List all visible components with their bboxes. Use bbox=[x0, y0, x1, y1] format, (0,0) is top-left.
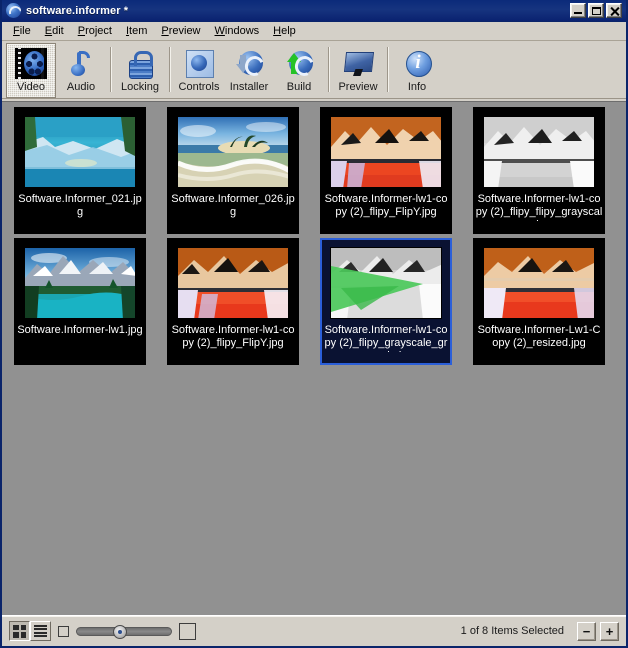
toolbar-button-audio[interactable]: Audio bbox=[56, 43, 106, 98]
list-view-button[interactable] bbox=[30, 621, 51, 641]
slider-handle[interactable] bbox=[113, 624, 127, 639]
thumbnail-tile[interactable]: Software.Informer-lw1.jpg bbox=[14, 238, 146, 365]
mountains-orange-red-photo bbox=[177, 247, 289, 319]
toolbar-button-video[interactable]: Video bbox=[6, 43, 56, 98]
menu-item-preview[interactable]: Preview bbox=[154, 23, 207, 40]
toolbar-separator bbox=[387, 47, 388, 92]
toolbar-label-video: Video bbox=[17, 81, 45, 93]
toolbar-label-controls: Controls bbox=[178, 81, 220, 93]
menu-item-file[interactable]: File bbox=[6, 23, 38, 40]
lock-icon bbox=[124, 48, 156, 79]
grid-view-icon bbox=[13, 624, 26, 638]
toolbar-label-build: Build bbox=[286, 81, 312, 93]
mountains-green-overlay-photo bbox=[330, 247, 442, 319]
toolbar: Video Audio Locking Controls Installer B… bbox=[2, 41, 626, 99]
grid-view-button[interactable] bbox=[9, 621, 30, 641]
toolbar-button-build[interactable]: Build bbox=[274, 43, 324, 98]
toolbar-separator bbox=[328, 47, 329, 92]
toolbar-label-info: Info bbox=[407, 81, 427, 93]
installer-icon bbox=[233, 48, 265, 79]
small-thumbnail-icon[interactable] bbox=[58, 625, 69, 637]
menu-bar: File Edit Project Item Preview Windows H… bbox=[2, 22, 626, 41]
close-button[interactable] bbox=[606, 3, 622, 18]
controls-icon bbox=[183, 48, 215, 79]
monitor-icon bbox=[342, 48, 374, 79]
thumbnail-tile[interactable]: Software.Informer-lw1-copy (2)_flipy_Fli… bbox=[320, 107, 452, 234]
menu-item-edit[interactable]: Edit bbox=[38, 23, 71, 40]
thumbnail-label: Software.Informer-lw1-copy (2)_flipy_Fli… bbox=[324, 193, 448, 218]
thumbnail-tile[interactable]: Software.Informer_021.jpg bbox=[14, 107, 146, 234]
thumbnail-tile-selected[interactable]: Software.Informer-lw1-copy (2)_flipy_gra… bbox=[320, 238, 452, 365]
toolbar-label-locking: Locking bbox=[121, 81, 159, 93]
thumbnail-tile[interactable]: Software.Informer-lw1-copy (2)_flipy_fli… bbox=[473, 107, 605, 234]
mountains-orange-resized-photo bbox=[483, 247, 595, 319]
decrease-button[interactable]: − bbox=[577, 621, 596, 641]
thumbnail-tile[interactable]: Software.Informer-lw1-copy (2)_flipy_Fli… bbox=[167, 238, 299, 365]
toolbar-label-installer: Installer bbox=[229, 81, 269, 93]
mountains-grayscale-photo bbox=[483, 116, 595, 188]
toolbar-separator bbox=[169, 47, 170, 92]
beach-island-photo bbox=[177, 116, 289, 188]
application-window: software.informer * File Edit Project It… bbox=[0, 0, 628, 648]
build-icon bbox=[283, 48, 315, 79]
toolbar-label-preview: Preview bbox=[338, 81, 378, 93]
list-view-icon bbox=[34, 624, 47, 638]
mountains-orange-inverted-photo bbox=[330, 116, 442, 188]
status-bar: 1 of 8 Items Selected − + bbox=[2, 615, 626, 646]
thumbnail-label: Software.Informer_026.jpg bbox=[171, 193, 295, 218]
toolbar-separator bbox=[110, 47, 111, 92]
toolbar-button-info[interactable]: Info bbox=[392, 43, 442, 98]
thumbnail-browser[interactable]: Software.Informer_021.jpg Software.Infor… bbox=[2, 101, 626, 615]
title-bar: software.informer * bbox=[2, 0, 626, 22]
window-controls bbox=[570, 3, 624, 18]
view-mode-toggle bbox=[9, 621, 51, 641]
info-icon bbox=[401, 48, 435, 79]
tropical-lagoon-photo bbox=[24, 116, 136, 188]
large-thumbnail-icon[interactable] bbox=[179, 622, 196, 640]
toolbar-button-preview[interactable]: Preview bbox=[333, 43, 383, 98]
thumbnail-label: Software.Informer-lw1-copy (2)_flipy_gra… bbox=[324, 324, 448, 352]
menu-item-project[interactable]: Project bbox=[71, 23, 119, 40]
thumbnail-grid: Software.Informer_021.jpg Software.Infor… bbox=[2, 102, 626, 369]
menu-item-windows[interactable]: Windows bbox=[208, 23, 267, 40]
thumbnail-tile[interactable]: Software.Informer_026.jpg bbox=[167, 107, 299, 234]
thumbnail-label: Software.Informer-lw1-copy (2)_flipy_Fli… bbox=[171, 324, 295, 349]
status-text: 1 of 8 Items Selected bbox=[460, 625, 564, 637]
thumbnail-label: Software.Informer-lw1-copy (2)_flipy_fli… bbox=[475, 193, 603, 221]
thumbnail-label: Software.Informer-lw1.jpg bbox=[17, 324, 143, 336]
increase-button[interactable]: + bbox=[600, 621, 619, 641]
toolbar-button-controls[interactable]: Controls bbox=[174, 43, 224, 98]
toolbar-label-audio: Audio bbox=[66, 81, 96, 93]
toolbar-button-locking[interactable]: Locking bbox=[115, 43, 165, 98]
maximize-button[interactable] bbox=[588, 3, 604, 18]
video-reel-icon bbox=[15, 48, 47, 79]
swirl-logo-icon bbox=[6, 3, 21, 18]
audio-note-icon bbox=[65, 48, 97, 79]
mountain-lake-photo bbox=[24, 247, 136, 319]
menu-item-item[interactable]: Item bbox=[119, 23, 154, 40]
thumbnail-label: Software.Informer-Lw1-Copy (2)_resized.j… bbox=[477, 324, 601, 349]
thumbnail-size-slider[interactable] bbox=[76, 624, 172, 639]
thumbnail-tile[interactable]: Software.Informer-Lw1-Copy (2)_resized.j… bbox=[473, 238, 605, 365]
window-title: software.informer * bbox=[26, 4, 129, 17]
minimize-button[interactable] bbox=[570, 3, 586, 18]
thumbnail-label: Software.Informer_021.jpg bbox=[18, 193, 142, 218]
menu-item-help[interactable]: Help bbox=[266, 23, 303, 40]
toolbar-button-installer[interactable]: Installer bbox=[224, 43, 274, 98]
